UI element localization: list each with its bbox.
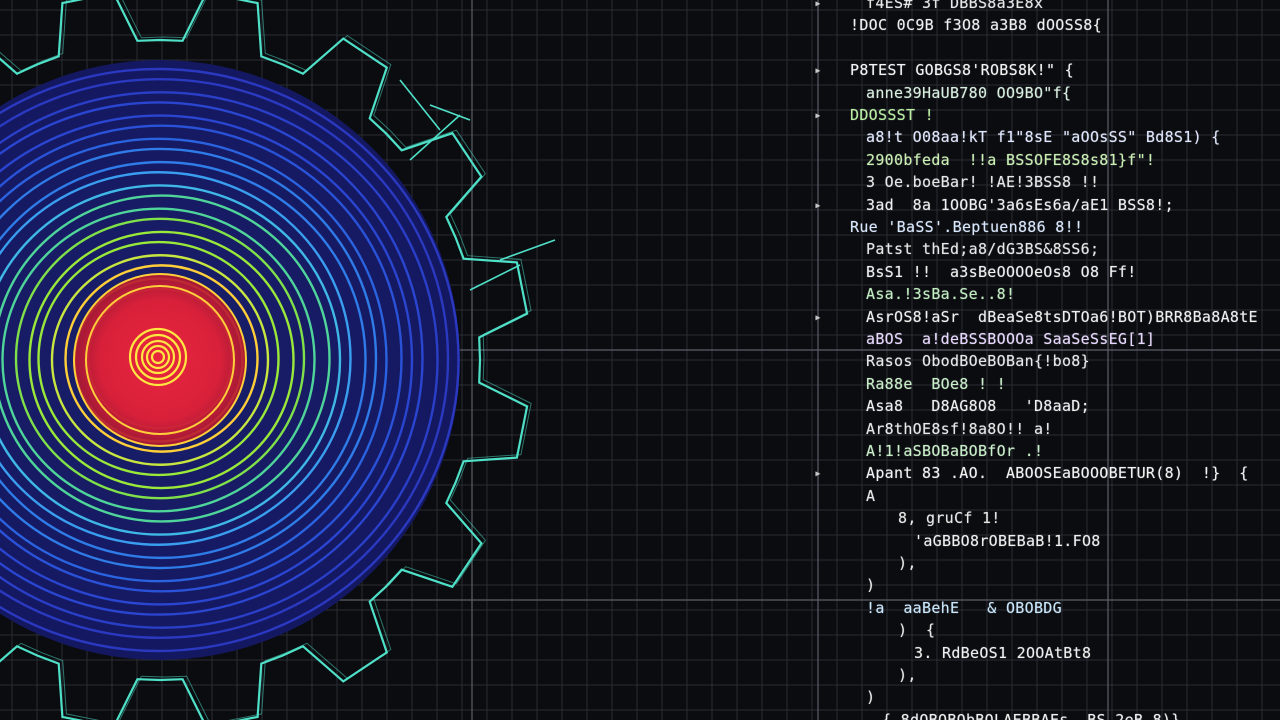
code-text: anne39HaUB780 OO9BO"f{ <box>866 83 1072 102</box>
code-text: 8, gruCf 1! <box>898 509 1001 528</box>
code-text: A!1!aSBOBaBOBfOr .! <box>866 442 1044 460</box>
sketch-line <box>399 79 441 131</box>
code-text: AsrOS8!aSr dBeaSe8tsDTOa6!BOT)BRR8Ba8A8t… <box>866 307 1258 326</box>
gutter-marker-icon: ▸ <box>814 108 822 122</box>
code-text: !a aaBehE & OBOBDG <box>866 598 1062 617</box>
code-text: DDOSSST ! <box>850 106 934 124</box>
code-text: 'aGBBO8rOBEBaB!1.FO8 <box>914 531 1101 550</box>
code-text: 3ad 8a 1OOBG'3a6sEs6a/aE1 BSS8!; <box>866 195 1174 214</box>
code-text: Ar8thOE8sf!8a8O!! a! <box>866 419 1053 438</box>
code-text: BsS1 !! a3sBeOOOOeOs8 O8 Ff! <box>866 262 1137 281</box>
sketch-line <box>499 239 556 261</box>
code-text: 2900bfeda !!a BSSOFE8S8s81}f"! <box>866 150 1156 169</box>
code-text: aBOS a!deBSSBOOOa SaaSeSsEG[1] <box>866 330 1156 348</box>
code-text: { 8dOBOBObBOLAEBBAEs BS 2eB.8)} <box>882 710 1181 720</box>
code-panel: ▸ f4ES# 3f DBBS8a3E8x !DOC 0C9B f3O8 a3B8 … <box>812 0 1280 720</box>
code-text: Asa.!3sBa.Se..8! <box>866 285 1016 304</box>
gutter-marker-icon: ▸ <box>814 197 822 212</box>
code-text: 3. RdBeOS1 2OOAtBt8 <box>914 643 1092 662</box>
gutter-marker-icon: ▸ <box>814 309 822 324</box>
code-text: !DOC 0C9B f3O8 a3B8 dOOSS8{ <box>850 16 1102 35</box>
code-text: 3 Oe.boeBar! !AE!3BSS8 !! <box>866 173 1100 192</box>
code-text: Asa8 D8AG8O8 'D8aaD; <box>866 397 1090 416</box>
code-text: ) { <box>898 621 936 640</box>
gutter-marker-icon: ▸ <box>814 466 822 481</box>
code-text: f4ES# 3f DBBS8a3E8x <box>866 0 1044 12</box>
sketch-line <box>429 104 471 121</box>
canvas: ▸ f4ES# 3f DBBS8a3E8x !DOC 0C9B f3O8 a3B8 … <box>0 0 1280 720</box>
gutter-marker-icon: ▸ <box>814 63 822 78</box>
code-text: Patst thEd;a8/dG3BS&8SS6; <box>866 240 1100 259</box>
code-text: P8TEST GOBGS8'ROBS8K!" { <box>850 61 1074 80</box>
code-text: Rue 'BaSS'.Beptuen886 8!! <box>850 218 1084 236</box>
code-text: Apant 83 .AO. ABOOSEaBOOOBETUR(8) !} { <box>866 464 1249 483</box>
code-text: ) <box>866 576 876 595</box>
code-text: Ra88e BOe8 ! ! <box>866 374 1006 393</box>
code-text: a8!t O08aa!kT f1"8sE "aOOsSS" Bd8S1) { <box>866 128 1221 147</box>
sketch-line <box>409 114 461 161</box>
code-text: ) <box>866 688 876 707</box>
code-text: Rasos ObodBOeBOBan{!bo8} <box>866 352 1090 371</box>
code-text: ), <box>898 554 917 572</box>
code-text: A <box>866 486 876 505</box>
code-text: ), <box>898 666 917 684</box>
gutter-marker-icon: ▸ <box>814 0 822 10</box>
